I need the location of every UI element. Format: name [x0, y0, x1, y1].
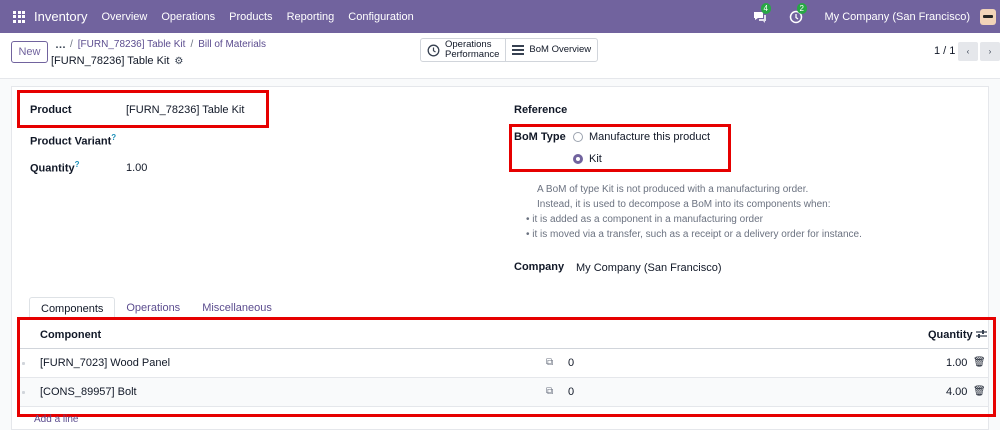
pager-next-button[interactable]: ›	[980, 42, 1000, 61]
kit-note-line-2: Instead, it is used to decompose a BoM i…	[537, 199, 831, 210]
record-title: [FURN_78236] Table Kit ⚙	[51, 55, 183, 67]
bom-overview-button[interactable]: BoM Overview	[505, 39, 597, 61]
notebook-tabs: Components Operations Miscellaneous	[29, 297, 989, 319]
breadcrumb-ellipsis[interactable]: …	[55, 39, 66, 51]
messages-icon[interactable]: 4	[753, 2, 771, 24]
menu-overview[interactable]: Overview	[101, 11, 147, 23]
menu-operations[interactable]: Operations	[161, 11, 215, 23]
list-icon	[512, 45, 525, 55]
record-title-text: [FURN_78236] Table Kit	[51, 55, 170, 67]
control-panel: New … / [FURN_78236] Table Kit / Bill of…	[0, 33, 1000, 79]
breadcrumb-separator: /	[190, 39, 194, 50]
reference-label: Reference	[514, 104, 568, 116]
menu-reporting[interactable]: Reporting	[287, 11, 335, 23]
breadcrumb-separator: /	[70, 39, 73, 50]
breadcrumb-bill-of-materials[interactable]: Bill of Materials	[198, 39, 266, 50]
tab-miscellaneous[interactable]: Miscellaneous	[191, 297, 283, 319]
product-variant-field[interactable]	[126, 133, 376, 147]
help-icon[interactable]: ?	[111, 133, 116, 142]
bom-overview-label: BoM Overview	[529, 44, 592, 55]
new-button[interactable]: New	[11, 41, 48, 63]
smart-buttons: Operations Performance BoM Overview	[420, 38, 599, 62]
quantity-label: Quantity?	[30, 160, 80, 175]
messages-badge: 4	[760, 2, 771, 14]
activities-badge: 2	[796, 2, 807, 14]
add-line-link[interactable]: Add a line	[34, 414, 78, 425]
form-sheet: Product [FURN_78236] Table Kit Product V…	[11, 86, 996, 430]
operations-performance-label-2: Performance	[445, 49, 500, 60]
reference-field[interactable]	[576, 104, 956, 118]
help-icon[interactable]: ?	[75, 160, 80, 169]
top-navbar: Inventory Overview Operations Products R…	[0, 0, 1000, 33]
app-name[interactable]: Inventory	[34, 9, 87, 24]
quantity-field[interactable]: 1.00	[126, 162, 147, 174]
menu-products[interactable]: Products	[229, 11, 272, 23]
breadcrumb-table-kit[interactable]: [FURN_78236] Table Kit	[78, 39, 186, 50]
company-field[interactable]: My Company (San Francisco)	[576, 262, 722, 274]
pager-value[interactable]: 1 / 1	[934, 45, 955, 57]
pager-previous-button[interactable]: ‹	[958, 42, 978, 61]
company-switcher[interactable]: My Company (San Francisco)	[825, 11, 971, 23]
highlight-bom-type	[509, 124, 731, 172]
user-avatar[interactable]	[980, 8, 996, 25]
clock-icon	[427, 44, 440, 56]
kit-note-line-1: A BoM of type Kit is not produced with a…	[537, 184, 809, 195]
kit-note-bullet: • it is added as a component in a manufa…	[526, 214, 763, 225]
product-variant-label: Product Variant?	[30, 133, 117, 148]
activities-icon[interactable]: 2	[789, 2, 807, 24]
breadcrumb: / [FURN_78236] Table Kit / Bill of Mater…	[70, 39, 266, 50]
tab-operations[interactable]: Operations	[115, 297, 191, 319]
highlight-components-table	[17, 317, 996, 417]
gear-icon[interactable]: ⚙	[174, 56, 183, 67]
company-label: Company	[514, 261, 565, 273]
operations-performance-button[interactable]: Operations Performance	[421, 39, 505, 61]
apps-menu-icon[interactable]	[13, 10, 25, 23]
kit-note-bullet: • it is moved via a transfer, such as a …	[526, 229, 862, 240]
highlight-product	[17, 90, 269, 128]
tab-components[interactable]: Components	[29, 297, 116, 319]
menu-configuration[interactable]: Configuration	[348, 11, 413, 23]
